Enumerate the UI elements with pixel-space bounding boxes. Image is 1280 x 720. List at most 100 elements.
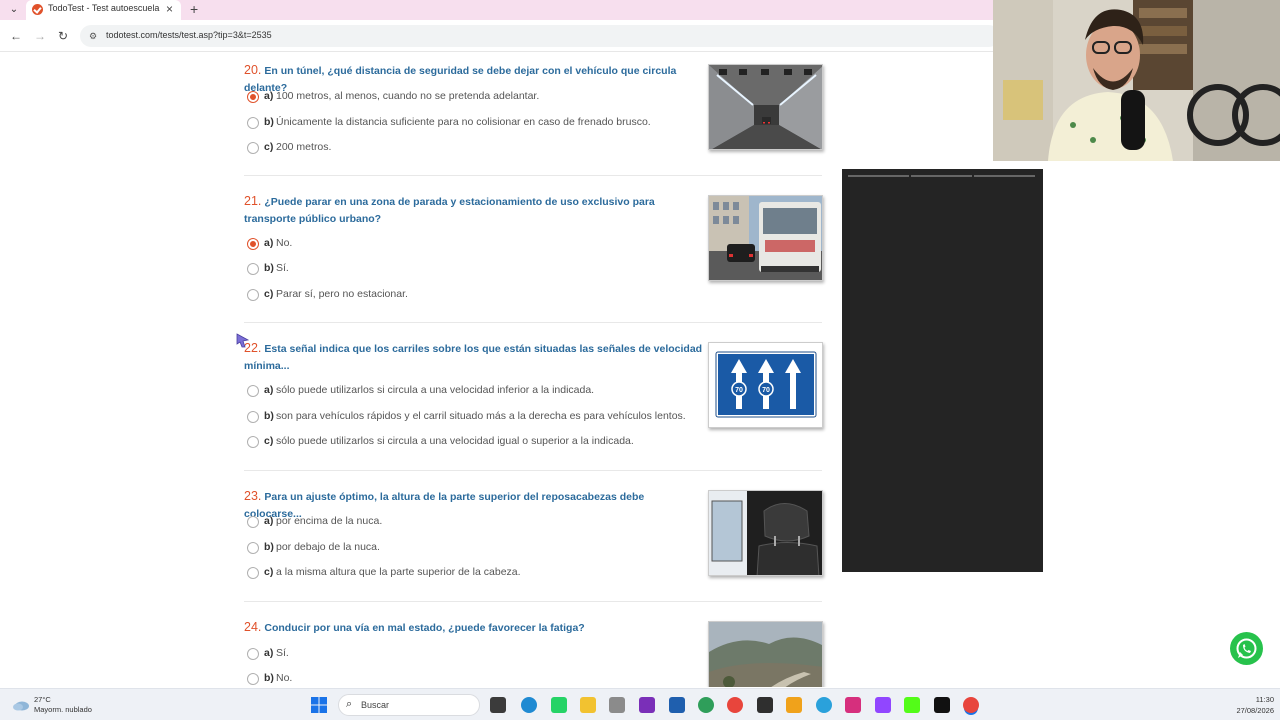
twitch-icon[interactable] [875, 697, 891, 713]
option-b[interactable]: b) Sí. [247, 261, 707, 277]
clipchamp-icon[interactable] [639, 697, 655, 713]
store-icon[interactable] [669, 697, 685, 713]
tiktok-icon[interactable] [934, 697, 950, 713]
option-letter: a) [264, 647, 274, 659]
radio-button[interactable] [247, 648, 259, 660]
time-text: 11:30 [1255, 695, 1274, 704]
instagram-icon[interactable] [845, 697, 861, 713]
progress-segment [911, 175, 972, 177]
option-text: No. [276, 672, 293, 684]
option-text: Parar sí, pero no estacionar. [276, 288, 408, 300]
rtve-icon[interactable] [786, 697, 802, 713]
speed-label: 70 [735, 387, 743, 394]
option-text: 200 metros. [276, 141, 332, 153]
option-letter: c) [264, 435, 274, 447]
cloudy-weather-icon [12, 698, 30, 711]
todotest-favicon-icon [32, 4, 43, 15]
option-c[interactable]: c) Parar sí, pero no estacionar. [247, 287, 707, 303]
option-letter: a) [264, 515, 274, 527]
chrome-active-icon[interactable] [963, 697, 979, 713]
question-number: 21. [244, 194, 262, 208]
option-text: sólo puede utilizarlos si circula a una … [276, 384, 595, 396]
radio-button[interactable] [247, 91, 259, 103]
option-b[interactable]: b) No. [247, 671, 707, 687]
radio-button[interactable] [247, 117, 259, 129]
option-c[interactable]: c) sólo puede utilizarlos si circula a u… [247, 434, 707, 450]
app-icon[interactable] [698, 697, 714, 713]
progress-segment [974, 175, 1035, 177]
divider [244, 175, 822, 176]
option-letter: c) [264, 141, 274, 153]
radio-button[interactable] [247, 289, 259, 301]
telegram-icon[interactable] [816, 697, 832, 713]
file-explorer-icon[interactable] [580, 697, 596, 713]
divider [244, 601, 822, 602]
option-b[interactable]: b) son para vehículos rápidos y el carri… [247, 409, 707, 425]
option-text: Únicamente la distancia suficiente para … [276, 116, 651, 128]
edge-icon[interactable] [521, 697, 537, 713]
progress-segment [848, 175, 909, 177]
radio-button[interactable] [247, 238, 259, 250]
radio-button[interactable] [247, 142, 259, 154]
option-text: sólo puede utilizarlos si circula a una … [276, 435, 634, 447]
windows-taskbar: 27°C Mayorm. nublado ⌕ Buscar 11:30 27/0… [0, 688, 1280, 720]
option-a[interactable]: a) No. [247, 236, 707, 252]
radio-button[interactable] [247, 516, 259, 528]
option-a[interactable]: a) Sí. [247, 646, 707, 662]
tab-search-chevron-icon[interactable]: ⌄ [7, 3, 21, 17]
chrome-icon[interactable] [727, 697, 743, 713]
back-arrow-icon[interactable]: ← [10, 29, 22, 43]
headrest-photo [708, 490, 823, 576]
option-text: Sí. [276, 262, 289, 274]
option-b[interactable]: b) Únicamente la distancia suficiente pa… [247, 115, 707, 131]
option-text: No. [276, 237, 293, 249]
url-text: todotest.com/tests/test.asp?tip=3&t=2535 [106, 30, 272, 40]
option-letter: a) [264, 384, 274, 396]
question-text: Conducir por una vía en mal estado, ¿pue… [264, 622, 585, 634]
whatsapp-icon[interactable] [1230, 632, 1263, 665]
app-icon[interactable] [757, 697, 773, 713]
option-letter: b) [264, 262, 274, 274]
close-tab-icon[interactable]: × [166, 2, 173, 16]
option-c[interactable]: c) 200 metros. [247, 140, 707, 156]
browser-tab[interactable]: TodoTest - Test autoescuela gra × [26, 0, 181, 20]
question-title: 22. Esta señal indica que los carriles so… [244, 340, 704, 375]
radio-button[interactable] [247, 673, 259, 685]
option-c[interactable]: c) a la misma altura que la parte superi… [247, 565, 707, 581]
option-text: Sí. [276, 647, 289, 659]
radio-button[interactable] [247, 411, 259, 423]
site-info-icon[interactable]: ⚙ [89, 31, 99, 41]
kick-icon[interactable] [904, 697, 920, 713]
radio-button[interactable] [247, 542, 259, 554]
option-text: por debajo de la nuca. [276, 541, 380, 553]
radio-button[interactable] [247, 567, 259, 579]
new-tab-icon[interactable]: + [190, 1, 198, 17]
option-letter: a) [264, 237, 274, 249]
taskbar-search[interactable]: ⌕ Buscar [338, 694, 480, 716]
date-text: 27/08/2026 [1236, 706, 1274, 715]
search-icon: ⌕ [346, 698, 353, 710]
option-text: por encima de la nuca. [276, 515, 383, 527]
radio-button[interactable] [247, 385, 259, 397]
option-a[interactable]: a) por encima de la nuca. [247, 514, 707, 530]
reload-icon[interactable]: ↻ [58, 29, 68, 43]
option-letter: b) [264, 541, 274, 553]
windows-start-icon[interactable] [311, 697, 327, 713]
weather-widget[interactable]: 27°C Mayorm. nublado [34, 695, 92, 715]
temperature-text: 27°C [34, 695, 51, 704]
option-b[interactable]: b) por debajo de la nuca. [247, 540, 707, 556]
task-view-icon[interactable] [490, 697, 506, 713]
clock[interactable]: 11:30 27/08/2026 [1236, 694, 1274, 716]
option-a[interactable]: a) 100 metros, al menos, cuando no se pr… [247, 89, 707, 105]
radio-button[interactable] [247, 436, 259, 448]
question-title: 21. ¿Puede parar en una zona de parada y … [244, 193, 704, 228]
whatsapp-app-icon[interactable] [551, 697, 567, 713]
forward-arrow-icon[interactable]: → [34, 29, 46, 43]
option-a[interactable]: a) sólo puede utilizarlos si circula a u… [247, 383, 707, 399]
radio-button[interactable] [247, 263, 259, 275]
question-number: 24. [244, 620, 262, 634]
address-bar[interactable]: ⚙ todotest.com/tests/test.asp?tip=3&t=25… [80, 25, 1000, 47]
question-text: Esta señal indica que los carriles sobre… [244, 343, 703, 372]
app-icon[interactable] [609, 697, 625, 713]
option-letter: b) [264, 410, 274, 422]
